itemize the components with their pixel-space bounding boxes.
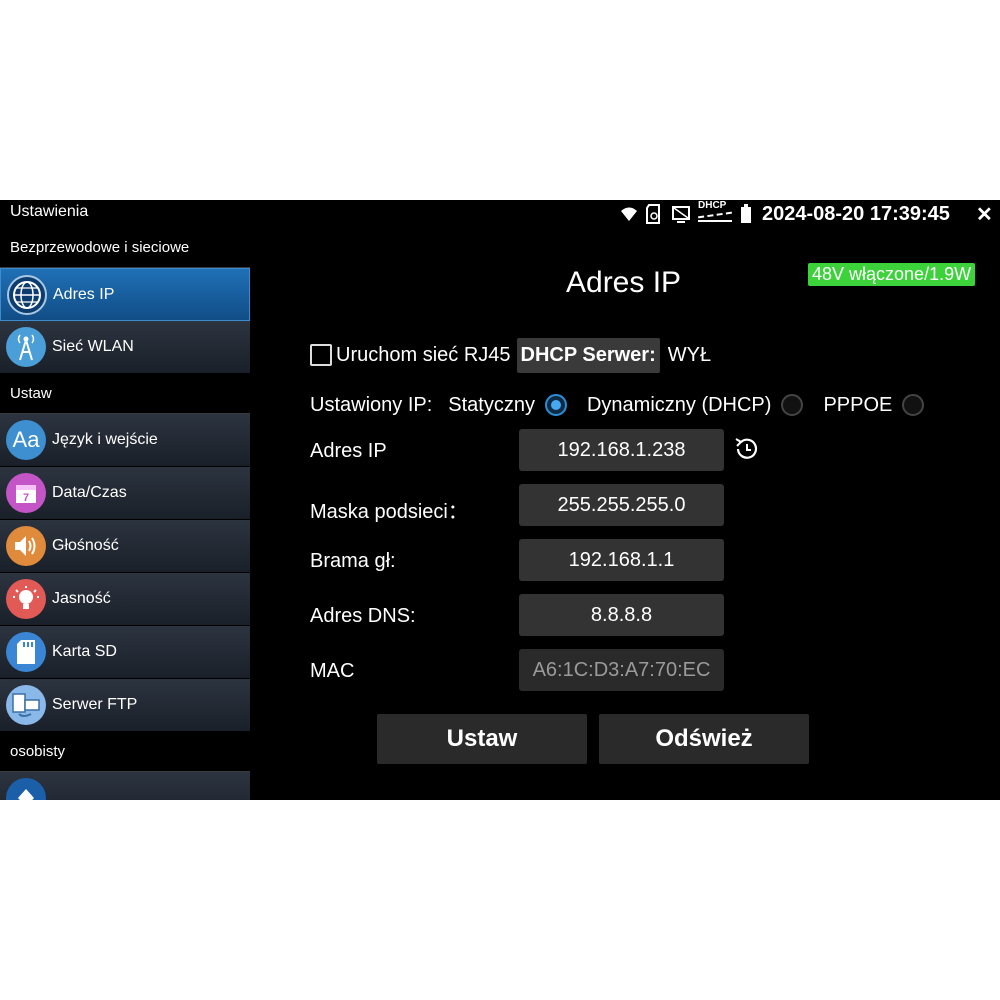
calendar-icon: 7 (6, 473, 46, 513)
sidebar-item-label: Data/Czas (52, 484, 127, 501)
static-option-label[interactable]: Statyczny (448, 394, 535, 417)
dhcp-server-button[interactable]: DHCP Serwer: (516, 337, 660, 373)
dns-label: Adres DNS: (310, 605, 416, 627)
clock: 2024-08-20 17:39:45 (762, 203, 950, 225)
navigation-icon (6, 778, 46, 800)
dhcp-icon-strike (698, 211, 732, 219)
dns-input[interactable]: 8.8.8.8 (519, 594, 724, 636)
sidebar-item-sd-card[interactable]: Karta SD (0, 626, 250, 679)
sidebar-item-wlan[interactable]: Sieć WLAN (0, 321, 250, 374)
pppoe-radio[interactable] (902, 394, 925, 416)
refresh-button[interactable]: Odśwież (599, 714, 809, 764)
sidebar-item-label: Jasność (52, 590, 111, 607)
ip-mode-row: Ustawiony IP: Statyczny Dynamiczny (DHCP… (310, 388, 925, 422)
history-icon[interactable] (733, 435, 761, 463)
dhcp-radio[interactable] (781, 394, 804, 416)
globe-icon (7, 275, 47, 315)
status-bar: Ustawienia DHCP 2024-08-20 17:39:45 ✕ (0, 200, 1000, 228)
sd-card-icon (646, 204, 660, 224)
sidebar-item-label: Sieć WLAN (52, 338, 134, 355)
page-title: Adres IP (566, 266, 682, 299)
section-header-wireless: Bezprzewodowe i sieciowe (0, 228, 250, 268)
sidebar-item-volume[interactable]: Głośność (0, 520, 250, 573)
sidebar-item-datetime[interactable]: 7 Data/Czas (0, 467, 250, 520)
language-icon: Aa (6, 420, 46, 460)
dhcp-icon-label: DHCP (698, 200, 727, 211)
close-icon[interactable]: ✕ (976, 202, 993, 227)
sidebar-item-ftp-server[interactable]: Serwer FTP (0, 679, 250, 732)
sidebar-item-brightness[interactable]: Jasność (0, 573, 250, 626)
rj45-label[interactable]: Uruchom sieć RJ45 (336, 344, 511, 367)
antenna-icon (6, 327, 46, 367)
pppoe-option-label[interactable]: PPPOE (823, 394, 892, 417)
sidebar-item-partial[interactable] (0, 772, 250, 800)
dhcp-icon: DHCP (698, 200, 734, 222)
ip-address-input[interactable]: 192.168.1.238 (519, 429, 724, 471)
sidebar-item-label: Głośność (52, 537, 119, 554)
ip-settings-panel: Adres IP 48V włączone/1.9W Uruchom sieć … (250, 228, 1000, 800)
sidebar-item-ip-address[interactable]: Adres IP (0, 268, 250, 321)
app-title: Ustawienia (10, 203, 89, 220)
section-header-settings: Ustaw (0, 374, 250, 414)
poe-status-badge: 48V włączone/1.9W (808, 263, 976, 286)
dhcp-icon-base (698, 220, 732, 222)
subnet-mask-input[interactable]: 255.255.255.0 (519, 484, 724, 526)
rj45-checkbox[interactable] (310, 344, 332, 366)
subnet-mask-label: Maska podsieci： (310, 501, 468, 523)
sidebar-item-label: Adres IP (53, 286, 115, 303)
battery-icon (741, 204, 751, 223)
mac-value: A6:1C:D3:A7:70:EC (519, 649, 724, 691)
gateway-input[interactable]: 192.168.1.1 (519, 539, 724, 581)
ip-mode-label: Ustawiony IP: (310, 393, 433, 416)
volume-icon (6, 526, 46, 566)
svg-text:7: 7 (23, 492, 29, 504)
rj45-row: Uruchom sieć RJ45 DHCP Serwer: WYŁ (310, 337, 712, 373)
gateway-label: Brama gł: (310, 550, 396, 572)
sidebar-item-label: Język i wejście (52, 431, 158, 448)
static-radio[interactable] (544, 394, 567, 416)
sidebar-item-label: Serwer FTP (52, 696, 138, 713)
wifi-icon (621, 207, 637, 221)
mac-label: MAC (310, 660, 355, 682)
set-button[interactable]: Ustaw (377, 714, 587, 764)
ftp-icon (6, 685, 46, 725)
ip-address-label: Adres IP (310, 440, 387, 462)
device-screen: Ustawienia DHCP 2024-08-20 17:39:45 ✕ Be… (0, 200, 1000, 800)
sidebar: Bezprzewodowe i sieciowe Adres IP Sieć W… (0, 228, 250, 800)
dhcp-option-label[interactable]: Dynamiczny (DHCP) (587, 394, 771, 417)
sidebar-item-language[interactable]: Aa Język i wejście (0, 414, 250, 467)
sidebar-item-label: Karta SD (52, 643, 117, 660)
dhcp-server-state: WYŁ (667, 343, 712, 366)
sd-card-icon (6, 632, 46, 672)
section-header-personal: osobisty (0, 732, 250, 772)
monitor-icon (672, 206, 690, 223)
brightness-icon (6, 579, 46, 619)
